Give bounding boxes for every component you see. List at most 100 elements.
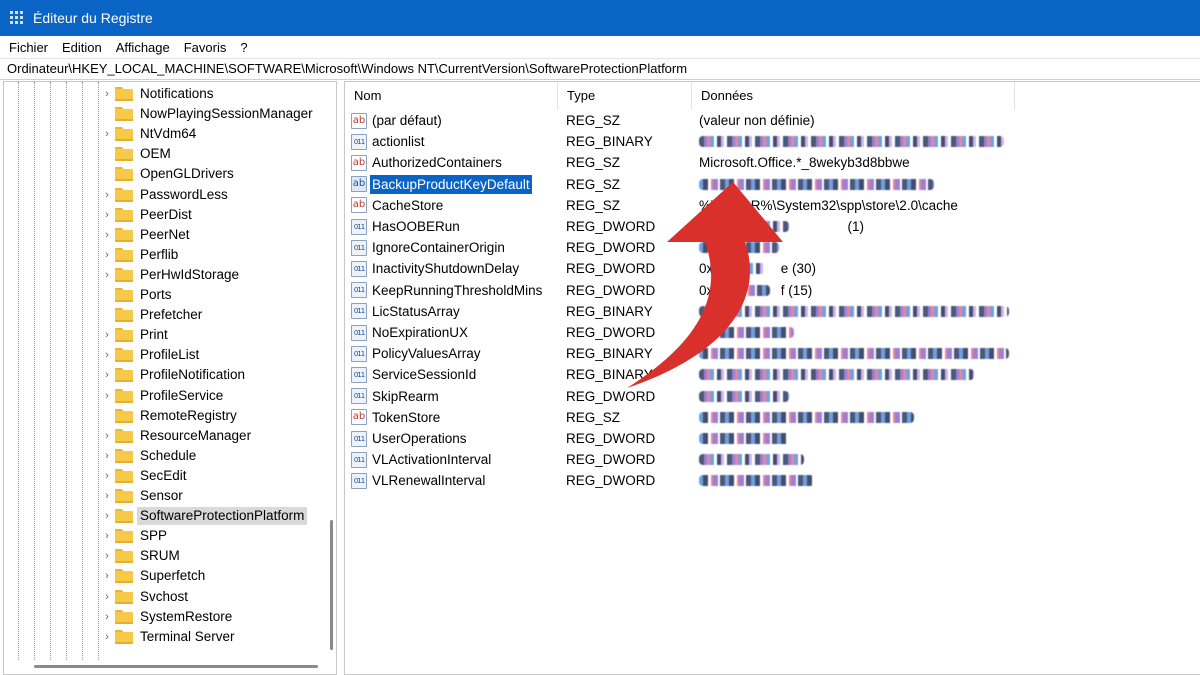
binary-value-icon: 011	[351, 133, 367, 150]
tree-item[interactable]: OpenGLDrivers	[101, 164, 237, 184]
value-name-cell: 011 HasOOBERun	[351, 216, 462, 237]
chevron-right-icon[interactable]: ›	[101, 369, 113, 381]
column-header-data[interactable]: Données	[692, 82, 1015, 110]
tree-item[interactable]: › Perflib	[101, 245, 181, 265]
tree-item[interactable]: › Svchost	[101, 587, 191, 607]
chevron-right-icon[interactable]: ›	[101, 349, 113, 361]
tree-item[interactable]: › SRUM	[101, 546, 183, 566]
folder-icon	[115, 549, 133, 564]
tree-item[interactable]: › PasswordLess	[101, 185, 231, 205]
binary-value-icon: 011	[351, 472, 367, 489]
folder-icon	[115, 529, 133, 544]
value-row[interactable]: ab (par défaut) REG_SZ (valeur non définie)	[345, 110, 1200, 131]
chevron-right-icon[interactable]: ›	[101, 530, 113, 542]
chevron-right-icon[interactable]: ›	[101, 490, 113, 502]
folder-icon	[115, 288, 133, 302]
tree-item[interactable]: › Sensor	[101, 486, 186, 506]
chevron-right-icon[interactable]: ›	[101, 189, 113, 201]
tree-item[interactable]: Ports	[101, 285, 175, 305]
tree-item[interactable]: NowPlayingSessionManager	[101, 104, 316, 124]
chevron-right-icon[interactable]: ›	[101, 229, 113, 241]
chevron-right-icon[interactable]: ›	[101, 570, 113, 582]
tree-guide-line	[34, 82, 35, 660]
menu-edit[interactable]: Edition	[55, 40, 109, 55]
tree-item[interactable]: › Schedule	[101, 446, 199, 466]
value-name-cell: ab CacheStore	[351, 195, 445, 216]
tree-item[interactable]: › Print	[101, 325, 171, 345]
value-name-cell: 011 UserOperations	[351, 428, 469, 449]
tree-item[interactable]: › ProfileNotification	[101, 365, 248, 385]
redacted-data	[699, 433, 789, 444]
folder-icon	[115, 428, 133, 443]
chevron-right-icon[interactable]: ›	[101, 390, 113, 402]
menu-favorites[interactable]: Favoris	[177, 40, 234, 55]
value-type: REG_SZ	[566, 409, 621, 425]
column-header-name[interactable]: Nom	[345, 82, 558, 110]
chevron-right-icon[interactable]: ›	[101, 611, 113, 623]
tree-item[interactable]: › ResourceManager	[101, 426, 254, 446]
tree-item[interactable]: › Terminal Server	[101, 627, 238, 647]
chevron-right-icon[interactable]: ›	[101, 470, 113, 482]
tree-item[interactable]: Prefetcher	[101, 305, 205, 325]
tree-item-label: Perflib	[140, 246, 179, 262]
chevron-right-icon[interactable]: ›	[101, 249, 113, 261]
tree-item-label: Superfetch	[140, 568, 206, 584]
binary-value-icon: 011	[351, 345, 367, 362]
chevron-right-icon[interactable]: ›	[101, 450, 113, 462]
tree-item[interactable]: RemoteRegistry	[101, 406, 240, 426]
tree-item[interactable]: › Superfetch	[101, 566, 208, 586]
chevron-right-icon[interactable]: ›	[101, 269, 113, 281]
folder-icon	[115, 107, 133, 122]
chevron-right-icon[interactable]: ›	[101, 88, 113, 100]
value-name-cell: 011 IgnoreContainerOrigin	[351, 237, 507, 258]
tree-horizontal-scrollbar[interactable]	[34, 665, 318, 668]
chevron-right-icon[interactable]: ›	[101, 631, 113, 643]
value-row[interactable]: ab TokenStore REG_SZ	[345, 407, 1200, 428]
redacted-data	[699, 454, 804, 466]
menu-help[interactable]: ?	[233, 40, 254, 55]
tree-item[interactable]: › SPP	[101, 526, 170, 546]
chevron-right-icon[interactable]: ›	[101, 329, 113, 341]
value-name-cell: 011 actionlist	[351, 131, 427, 152]
tree-item[interactable]: › SoftwareProtectionPlatform	[101, 506, 308, 526]
tree-item-label: SPP	[140, 528, 168, 544]
tree-item[interactable]: › PerHwIdStorage	[101, 265, 242, 285]
value-name: TokenStore	[372, 409, 441, 425]
tree-item[interactable]: › PeerDist	[101, 205, 195, 225]
tree-item[interactable]: › SecEdit	[101, 466, 190, 486]
value-row[interactable]: ab AuthorizedContainers REG_SZ Microsoft.Of…	[345, 152, 1200, 173]
folder-icon	[115, 629, 133, 644]
address-bar[interactable]: Ordinateur\HKEY_LOCAL_MACHINE\SOFTWARE\M…	[0, 58, 1200, 80]
value-name-cell: 011 KeepRunningThresholdMins	[351, 280, 544, 301]
chevron-right-icon[interactable]: ›	[101, 430, 113, 442]
tree-item-label: Ports	[140, 287, 172, 302]
menu-file[interactable]: Fichier	[0, 40, 55, 55]
tree-item[interactable]: › ProfileList	[101, 345, 202, 365]
registry-editor-icon	[10, 11, 24, 25]
value-row[interactable]: 011 UserOperations REG_DWORD	[345, 428, 1200, 449]
chevron-right-icon[interactable]: ›	[101, 510, 113, 522]
value-name-cell: 011 ServiceSessionId	[351, 364, 478, 385]
chevron-right-icon[interactable]: ›	[101, 209, 113, 221]
tree-item[interactable]: › Notifications	[101, 84, 217, 104]
pane-splitter[interactable]	[337, 81, 344, 675]
value-row[interactable]: 011 actionlist REG_BINARY	[345, 131, 1200, 152]
tree-guide-line	[18, 82, 19, 660]
tree-item[interactable]: › PeerNet	[101, 225, 193, 245]
chevron-right-icon[interactable]: ›	[101, 128, 113, 140]
binary-value-icon: 011	[351, 218, 367, 235]
chevron-right-icon[interactable]: ›	[101, 550, 113, 562]
chevron-right-icon[interactable]: ›	[101, 591, 113, 603]
tree-item[interactable]: › ProfileService	[101, 386, 226, 406]
tree-item-label: PasswordLess	[140, 186, 228, 202]
menu-view[interactable]: Affichage	[109, 40, 177, 55]
tree-vertical-scrollbar[interactable]	[330, 520, 333, 650]
tree-item-label: Notifications	[140, 86, 214, 101]
value-row[interactable]: 011 VLActivationInterval REG_DWORD	[345, 449, 1200, 470]
value-name: KeepRunningThresholdMins	[372, 282, 543, 298]
tree-item[interactable]: › SystemRestore	[101, 607, 235, 627]
column-header-type[interactable]: Type	[558, 82, 692, 110]
tree-item[interactable]: OEM	[101, 144, 174, 164]
value-row[interactable]: 011 VLRenewalInterval REG_DWORD	[345, 470, 1200, 491]
tree-item[interactable]: › NtVdm64	[101, 124, 199, 144]
